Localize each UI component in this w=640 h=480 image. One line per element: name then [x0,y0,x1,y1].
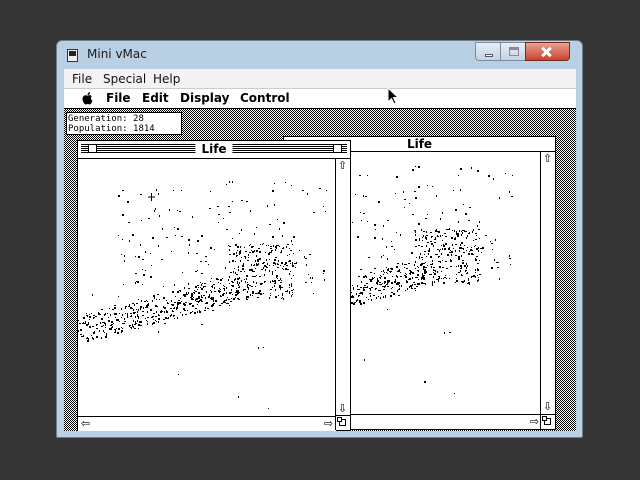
title-bar[interactable]: Life [78,141,350,159]
emulated-mac-screen[interactable]: File Edit Display Control Generation: 28… [64,89,576,431]
minimize-button[interactable] [475,42,501,61]
mini-vmac-app-icon [67,49,78,62]
window-title: Life [400,137,439,151]
stats-panel: Generation: 28 Population: 1814 [66,112,182,135]
window-title: Life [195,142,233,157]
life-window-front[interactable]: Life ⇧ ⇩ ⇦ ⇨ [77,140,351,431]
zoom-box-icon[interactable] [333,144,342,153]
generation-value: 28 [133,114,144,124]
scroll-left-arrow-icon[interactable]: ⇦ [79,418,92,430]
population-label: Population: [68,124,128,134]
host-menu-bar: File Special Help [64,69,576,89]
host-window-title: Mini vMac [87,47,147,61]
grow-box-icon[interactable] [335,415,350,430]
scroll-up-arrow-icon[interactable]: ⇧ [336,160,349,172]
scroll-right-arrow-icon[interactable]: ⇨ [322,418,335,430]
horizontal-scrollbar[interactable]: ⇦ ⇨ [78,416,336,431]
mouse-pointer-icon [387,87,399,105]
mac-menu-file[interactable]: File [106,91,131,105]
life-grid-front[interactable] [78,159,335,416]
close-box-icon[interactable] [88,144,97,153]
mac-menu-display[interactable]: Display [180,91,229,105]
scroll-down-arrow-icon[interactable]: ⇩ [336,403,349,415]
host-menu-help[interactable]: Help [153,72,180,86]
population-value: 1814 [133,124,155,134]
apple-icon[interactable] [82,92,94,108]
generation-row: Generation: 28 [68,114,181,124]
grow-box-icon[interactable] [540,414,555,429]
mac-menu-bar: File Edit Display Control [64,89,576,109]
vertical-scrollbar[interactable]: ⇧ ⇩ [335,159,350,416]
scroll-down-arrow-icon[interactable]: ⇩ [541,401,554,413]
host-menu-special[interactable]: Special [103,72,146,86]
mac-menu-control[interactable]: Control [240,91,290,105]
scroll-up-arrow-icon[interactable]: ⇧ [541,153,554,165]
host-menu-file[interactable]: File [72,72,92,86]
close-button[interactable] [525,42,570,61]
generation-label: Generation: [68,114,128,124]
vertical-scrollbar[interactable]: ⇧ ⇩ [540,152,555,414]
population-row: Population: 1814 [68,124,181,134]
maximize-button[interactable] [500,42,526,61]
mac-menu-edit[interactable]: Edit [142,91,169,105]
